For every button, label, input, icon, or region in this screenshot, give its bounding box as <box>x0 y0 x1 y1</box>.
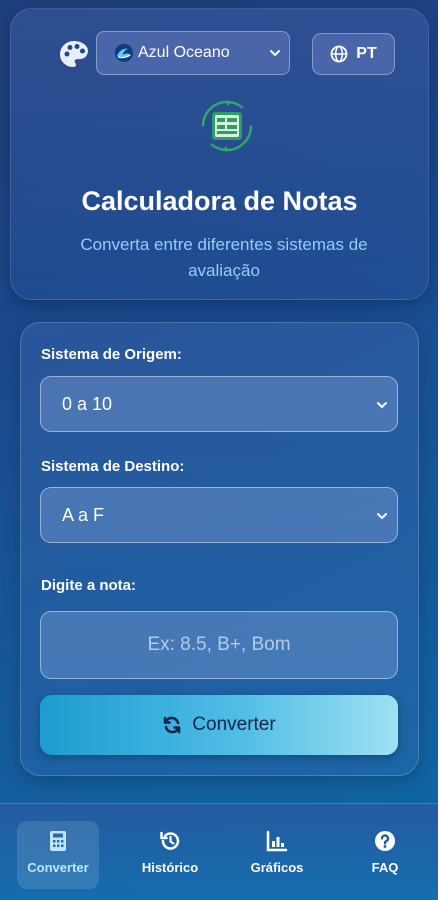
nav-item-faq[interactable]: FAQ <box>344 821 426 889</box>
nav-item-converter[interactable]: Converter <box>17 821 99 889</box>
bottom-nav: Converter Histórico Gráficos FAQ <box>0 803 438 900</box>
nav-label: Histórico <box>141 860 199 875</box>
nav-label: Converter <box>27 860 89 875</box>
nav-item-charts[interactable]: Gráficos <box>236 821 318 889</box>
grade-input[interactable] <box>40 611 398 679</box>
globe-icon <box>330 45 348 63</box>
nav-item-history[interactable]: Histórico <box>129 821 211 889</box>
nav-label: Gráficos <box>250 860 304 875</box>
palette-icon[interactable] <box>57 38 91 72</box>
bar-chart-icon <box>266 830 288 852</box>
chevron-down-icon <box>270 50 280 57</box>
convert-button-label: Converter <box>192 714 276 735</box>
grade-report-logo-icon <box>201 100 253 152</box>
origin-system-label: Sistema de Origem: <box>41 346 182 363</box>
language-label: PT <box>356 45 377 62</box>
chevron-down-icon <box>377 513 387 520</box>
nav-label: FAQ <box>371 860 399 875</box>
origin-system-value: 0 a 10 <box>62 393 113 414</box>
grade-input-label: Digite a nota: <box>41 577 137 594</box>
destination-system-value: A a F <box>62 504 105 525</box>
question-icon <box>375 831 395 851</box>
page-subtitle: Converta entre diferentes sistemas de av… <box>80 235 368 280</box>
convert-button[interactable]: Converter <box>40 695 398 755</box>
theme-select[interactable]: Azul Oceano <box>96 31 290 75</box>
destination-system-label: Sistema de Destino: <box>41 458 185 475</box>
chevron-down-icon <box>377 402 387 409</box>
sync-icon <box>163 716 181 734</box>
calculator-icon <box>50 831 66 851</box>
origin-system-select[interactable]: 0 a 10 <box>40 376 398 432</box>
history-icon <box>160 831 180 850</box>
destination-system-select[interactable]: A a F <box>40 487 398 543</box>
wave-icon <box>115 44 133 62</box>
page-title: Calculadora de Notas <box>81 186 358 216</box>
language-button[interactable]: PT <box>312 33 395 75</box>
theme-select-value: Azul Oceano <box>138 44 230 61</box>
